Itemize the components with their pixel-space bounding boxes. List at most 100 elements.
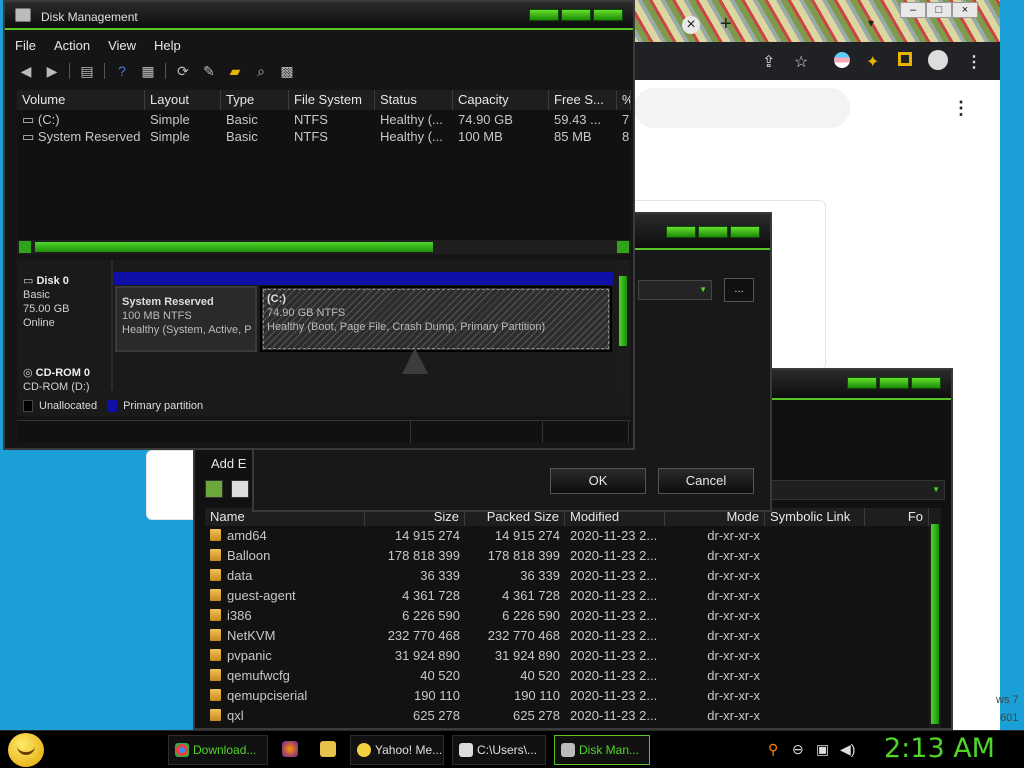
extensions-puzzle-icon[interactable]: ✦ xyxy=(866,52,879,72)
account-avatar-icon[interactable] xyxy=(928,50,948,70)
cell-size: 36 339 xyxy=(365,566,465,586)
maximize-button[interactable] xyxy=(698,226,728,238)
task-disk-management[interactable]: Disk Man... xyxy=(554,735,650,765)
search-icon[interactable]: ⚲ xyxy=(768,741,778,758)
page-menu-icon[interactable]: ⋮ xyxy=(952,98,970,119)
maximize-button[interactable] xyxy=(879,377,909,389)
col-file-system[interactable]: File System xyxy=(289,90,375,110)
scroll-left-icon[interactable] xyxy=(19,241,31,253)
path-combo[interactable]: ▼ xyxy=(755,480,945,500)
chevron-down-icon[interactable]: ▼ xyxy=(699,285,707,294)
open-folder-icon[interactable]: ▰ xyxy=(226,63,244,79)
sevenzip-toolbar-labels[interactable]: Add E xyxy=(211,456,246,471)
cdrom-info[interactable]: ◎ CD-ROM 0 CD-ROM (D:) xyxy=(23,366,109,394)
refresh-icon[interactable]: ⟳ xyxy=(174,63,192,79)
file-row[interactable]: guest-agent 4 361 728 4 361 728 2020-11-23 … xyxy=(205,586,941,606)
col-folders[interactable]: Fo xyxy=(865,508,929,526)
network-icon[interactable]: ▣ xyxy=(816,741,829,758)
bookmark-star-icon[interactable]: ☆ xyxy=(794,52,808,72)
menu-action[interactable]: Action xyxy=(54,38,90,53)
file-row[interactable]: data 36 339 36 339 2020-11-23 2... dr-xr-xr-… xyxy=(205,566,941,586)
help-icon[interactable]: ? xyxy=(113,63,131,79)
col-symbolic-link[interactable]: Symbolic Link xyxy=(765,508,865,526)
task-7zip[interactable]: C:\Users\... xyxy=(452,735,546,765)
cell-text: Simple xyxy=(150,129,190,144)
col-status[interactable]: Status xyxy=(375,90,453,110)
profile-flag-icon[interactable] xyxy=(834,52,850,68)
ok-button[interactable]: OK xyxy=(550,468,646,494)
scroll-thumb[interactable] xyxy=(931,524,939,724)
col-percent-free[interactable]: % xyxy=(617,90,631,110)
up-folder-icon[interactable] xyxy=(205,480,223,498)
menu-help[interactable]: Help xyxy=(154,38,181,53)
file-row[interactable]: Balloon 178 818 399 178 818 399 2020-11-23 … xyxy=(205,546,941,566)
browse-button[interactable]: ... xyxy=(724,278,754,302)
partition-c-drive[interactable]: (C:) 74.90 GB NTFS Healthy (Boot, Page F… xyxy=(260,286,612,352)
file-row[interactable]: qemupciserial 190 110 190 110 2020-11-23 2.… xyxy=(205,686,941,706)
vertical-scrollbar[interactable] xyxy=(929,508,941,728)
file-explorer-icon[interactable] xyxy=(320,741,336,757)
firefox-icon[interactable] xyxy=(282,741,298,757)
file-row[interactable]: i386 6 226 590 6 226 590 2020-11-23 2... dr-… xyxy=(205,606,941,626)
sidebar-icon[interactable] xyxy=(898,52,912,66)
volume-row[interactable]: ▭ (C:) Simple Basic NTFS Healthy (... 74.90 G… xyxy=(17,112,631,129)
destination-combo[interactable]: ▼ xyxy=(638,280,712,300)
rescan-icon[interactable]: ✎ xyxy=(200,63,218,79)
file-row[interactable]: qemufwcfg 40 520 40 520 2020-11-23 2... dr-x… xyxy=(205,666,941,686)
chrome-menu-icon[interactable]: ⋮ xyxy=(966,52,982,72)
volume-row[interactable]: ▭ System Reserved Simple Basic NTFS Healthy … xyxy=(17,129,631,146)
col-free-space[interactable]: Free S... xyxy=(549,90,617,110)
partition-system-reserved[interactable]: System Reserved 100 MB NTFS Healthy (Sys… xyxy=(115,286,257,352)
minus-circle-icon[interactable]: ⊖ xyxy=(792,741,804,758)
search-box[interactable] xyxy=(634,88,850,128)
file-row[interactable]: amd64 14 915 274 14 915 274 2020-11-23 2...… xyxy=(205,526,941,546)
cell-mode: dr-xr-xr-x xyxy=(665,566,765,586)
task-chrome[interactable]: Download... xyxy=(168,735,268,765)
col-layout[interactable]: Layout xyxy=(145,90,221,110)
chevron-down-icon[interactable]: ▼ xyxy=(932,485,940,494)
cell-link xyxy=(765,606,865,626)
back-icon[interactable]: ◀ xyxy=(17,63,35,79)
minimize-button[interactable] xyxy=(666,226,696,238)
new-tab-icon[interactable]: + xyxy=(720,13,732,36)
properties-icon[interactable]: ▦ xyxy=(139,63,157,79)
file-row[interactable]: NetKVM 232 770 468 232 770 468 2020-11-23 2… xyxy=(205,626,941,646)
settings-icon[interactable]: ▩ xyxy=(278,63,296,79)
search-icon[interactable]: ⌕ xyxy=(252,63,270,79)
close-icon[interactable]: × xyxy=(952,2,978,18)
scroll-right-icon[interactable] xyxy=(617,241,629,253)
start-button[interactable] xyxy=(8,733,44,767)
partition-status: Healthy (Boot, Page File, Crash Dump, Pr… xyxy=(267,321,546,333)
col-type[interactable]: Type xyxy=(221,90,289,110)
menu-view[interactable]: View xyxy=(108,38,136,53)
close-button[interactable] xyxy=(911,377,941,389)
cancel-button[interactable]: Cancel xyxy=(658,468,754,494)
close-button[interactable] xyxy=(593,9,623,21)
folder-icon xyxy=(210,649,221,661)
task-yahoo-messenger[interactable]: Yahoo! Me... xyxy=(350,735,444,765)
console-tree-icon[interactable]: ▤ xyxy=(78,63,96,79)
minimize-button[interactable] xyxy=(847,377,877,389)
tab-search-chevron-icon[interactable]: ▾ xyxy=(868,16,874,30)
scroll-thumb[interactable] xyxy=(35,242,433,252)
minimize-button[interactable] xyxy=(529,9,559,21)
scroll-thumb[interactable] xyxy=(619,276,627,346)
tab-close-icon[interactable]: × xyxy=(682,16,700,34)
col-capacity[interactable]: Capacity xyxy=(453,90,549,110)
disk0-info[interactable]: ▭ Disk 0 Basic 75.00 GB Online xyxy=(23,274,109,330)
volume-icon[interactable]: ◀) xyxy=(840,741,855,758)
minimize-icon[interactable]: – xyxy=(900,2,926,18)
forward-icon[interactable]: ▶ xyxy=(43,63,61,79)
col-volume[interactable]: Volume xyxy=(17,90,145,110)
vertical-scrollbar[interactable] xyxy=(617,260,629,390)
maximize-icon[interactable]: □ xyxy=(926,2,952,18)
horizontal-scrollbar[interactable] xyxy=(17,240,631,254)
iso-icon[interactable] xyxy=(231,480,249,498)
maximize-button[interactable] xyxy=(561,9,591,21)
file-row[interactable]: qxl 625 278 625 278 2020-11-23 2... dr-xr-xr… xyxy=(205,706,941,726)
menu-file[interactable]: File xyxy=(15,38,36,53)
file-row[interactable]: pvpanic 31 924 890 31 924 890 2020-11-23 2.… xyxy=(205,646,941,666)
close-button[interactable] xyxy=(730,226,760,238)
share-icon[interactable]: ⇪ xyxy=(762,52,775,72)
clock[interactable]: 2:13 AM xyxy=(884,733,995,764)
